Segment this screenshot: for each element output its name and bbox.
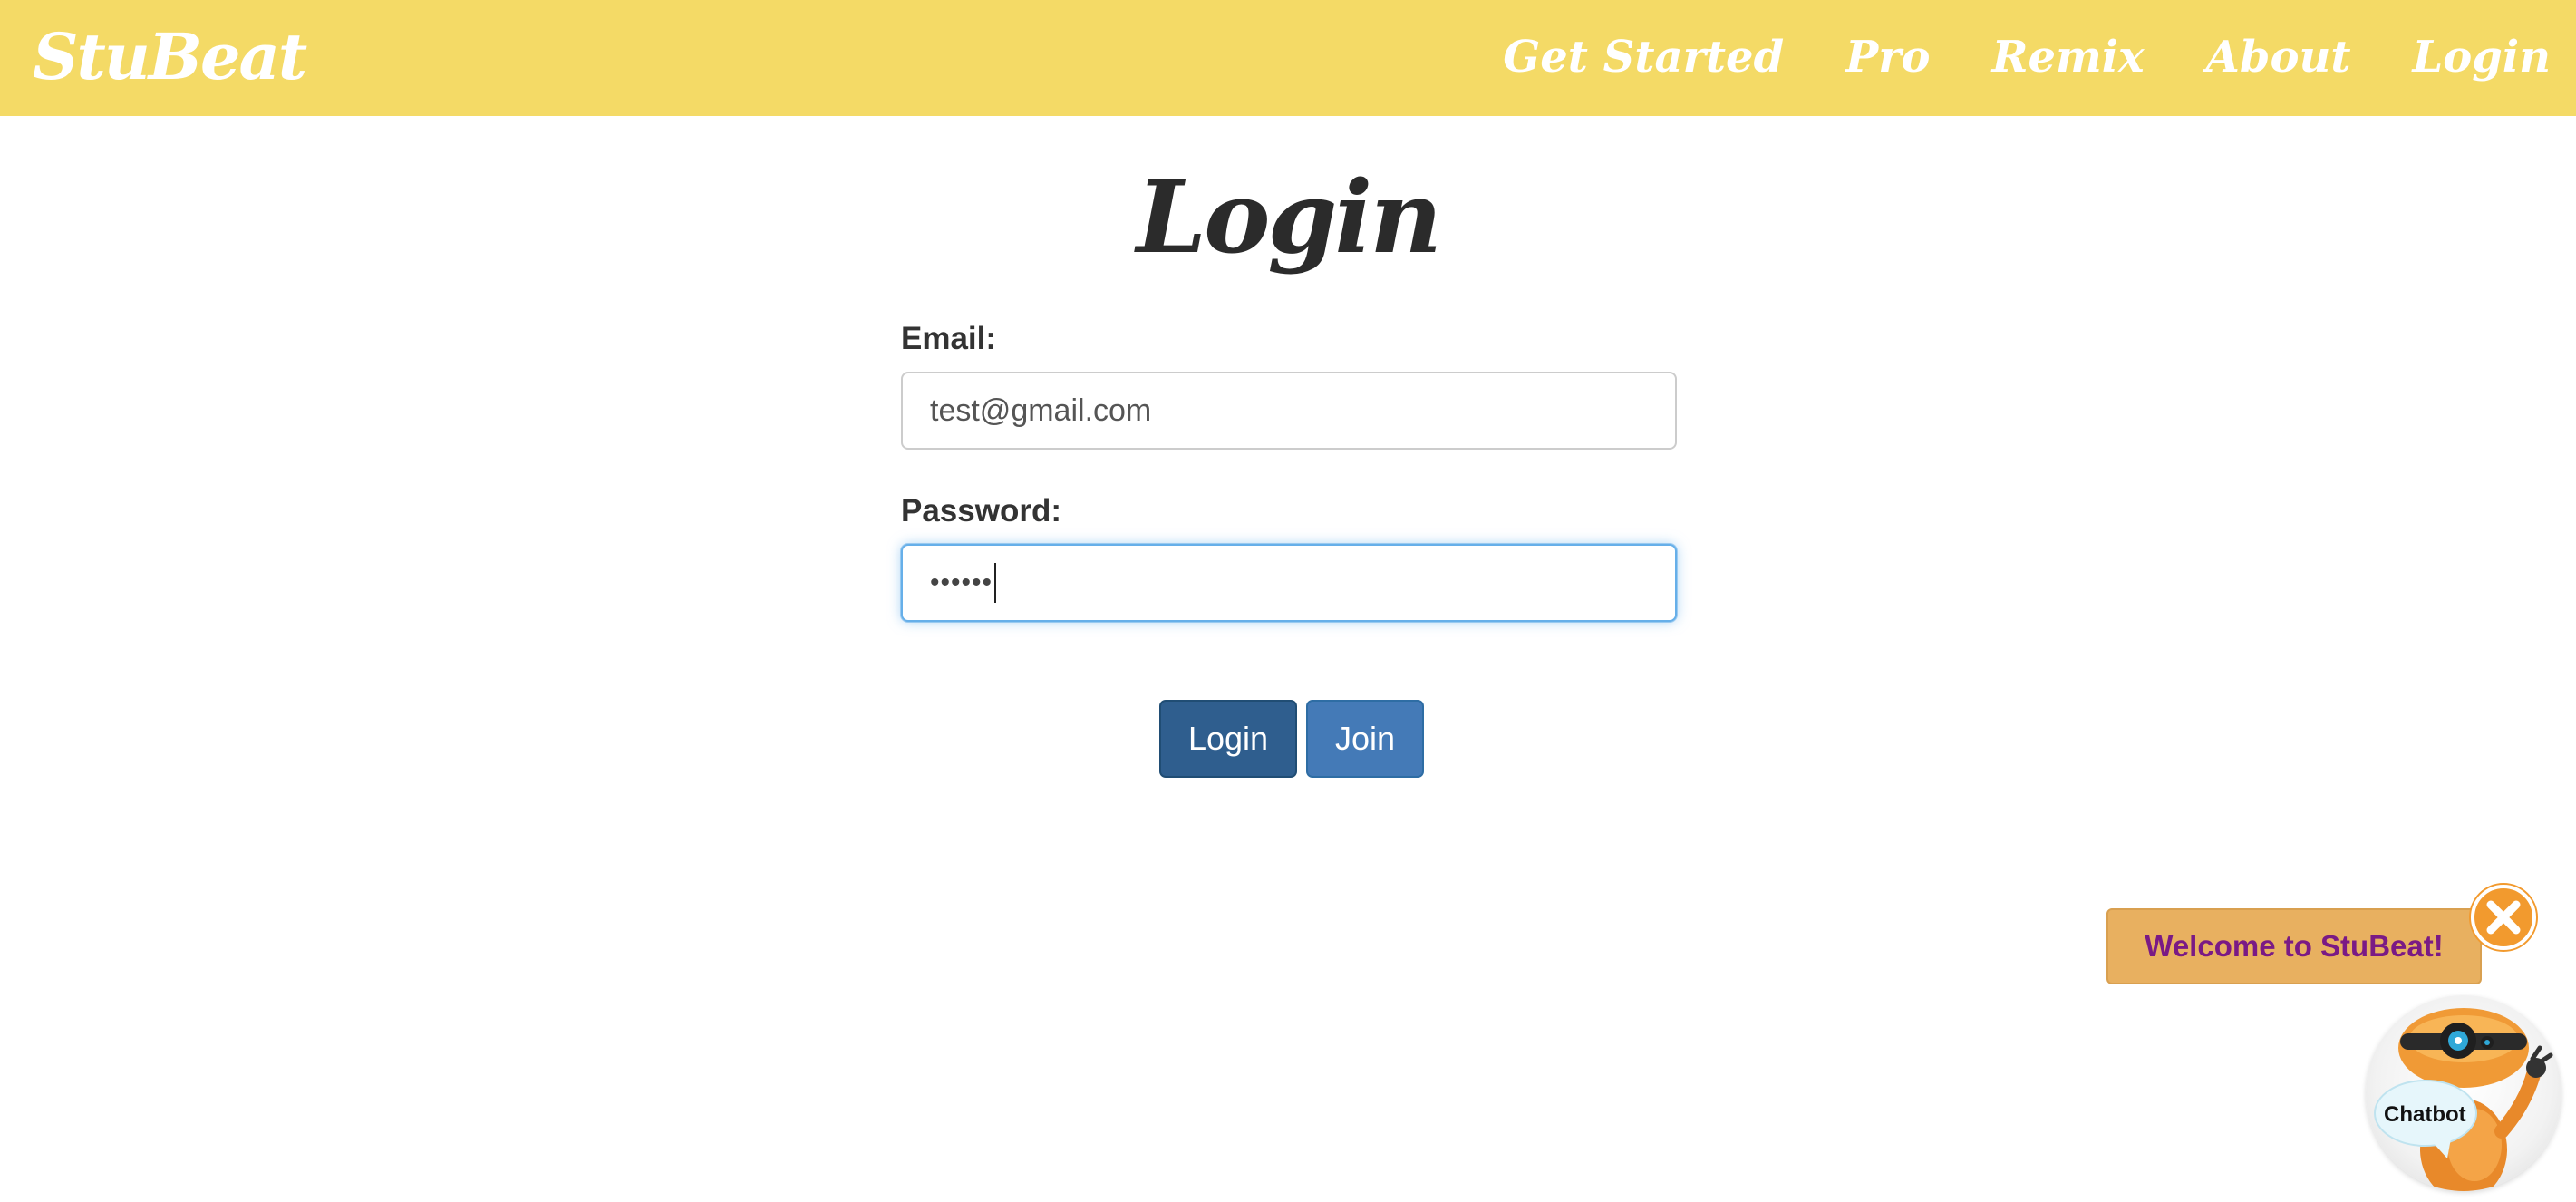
- brand-logo[interactable]: StuBeat: [33, 18, 307, 96]
- chatbot-label: Chatbot: [2384, 1102, 2466, 1127]
- chatbot-welcome-bubble[interactable]: Welcome to StuBeat!: [2106, 908, 2482, 984]
- chatbot-welcome-text: Welcome to StuBeat!: [2145, 929, 2444, 963]
- close-icon: [2471, 885, 2536, 950]
- password-field[interactable]: ••••••: [901, 544, 1677, 622]
- form-actions: Login Join: [0, 700, 2576, 778]
- login-form: Email: test@gmail.com Password: ••••••: [901, 317, 1677, 622]
- chatbot-avatar-button[interactable]: Chatbot: [2366, 995, 2561, 1191]
- login-button[interactable]: Login: [1159, 700, 1297, 778]
- password-label: Password:: [901, 493, 1061, 528]
- email-label: Email:: [901, 321, 997, 356]
- email-group: Email: test@gmail.com: [901, 317, 1677, 450]
- close-chatbot-button[interactable]: [2469, 883, 2538, 952]
- nav-item-login[interactable]: Login: [2413, 32, 2551, 82]
- nav-item-remix[interactable]: Remix: [1992, 32, 2145, 82]
- main-nav: Get Started Pro Remix About Login: [1441, 25, 2551, 89]
- page-title: Login: [1136, 159, 1442, 276]
- text-caret: [994, 563, 997, 603]
- email-field[interactable]: test@gmail.com: [901, 372, 1677, 450]
- email-value: test@gmail.com: [930, 393, 1152, 428]
- password-group: Password: ••••••: [901, 490, 1677, 622]
- nav-item-get-started[interactable]: Get Started: [1503, 32, 1784, 82]
- nav-item-about[interactable]: About: [2206, 32, 2351, 82]
- nav-item-pro[interactable]: Pro: [1845, 32, 1930, 82]
- top-navbar: StuBeat Get Started Pro Remix About Logi…: [0, 0, 2576, 116]
- join-button[interactable]: Join: [1306, 700, 1424, 778]
- password-masked-value: ••••••: [930, 567, 993, 597]
- robot-icon: [2374, 1008, 2553, 1191]
